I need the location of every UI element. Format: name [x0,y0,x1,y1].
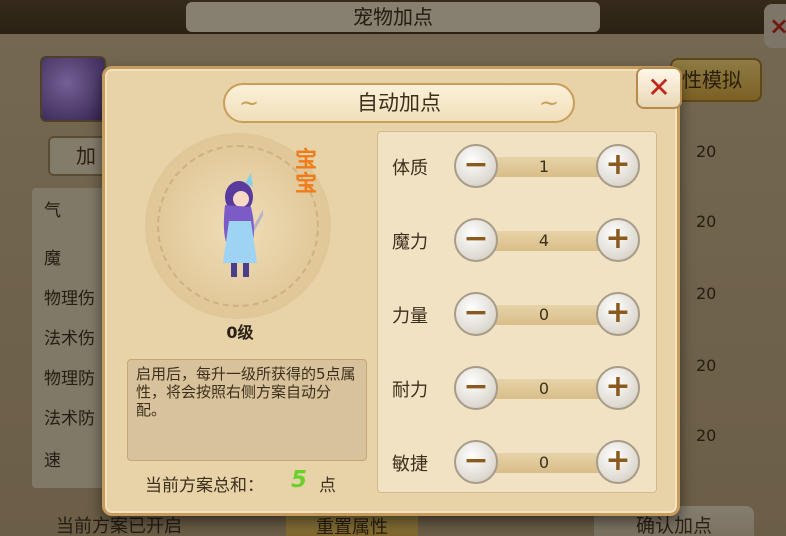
attribute-row-strength: 力量 0 − + [378,292,658,338]
minus-icon: − [463,443,489,478]
plus-icon: + [605,295,631,330]
scheme-total-value: 5 [291,467,308,493]
attribute-name: 敏捷 [392,454,428,475]
plus-icon: + [605,147,631,182]
scheme-total-label: 当前方案总和： [145,476,264,496]
pet-level: 0级 [226,323,254,342]
auto-add-description: 启用后，每升一级所获得的5点属性，将会按照右侧方案自动分配。 [127,359,367,461]
increase-strength-button[interactable]: + [596,292,640,336]
minus-icon: − [463,369,489,404]
decrease-constitution-button[interactable]: − [454,144,498,188]
dialog-title: 自动加点 [223,83,575,123]
attribute-name: 体质 [392,158,428,179]
minus-icon: − [463,147,489,182]
pet-baby-tag: 宝宝 [294,148,317,197]
increase-constitution-button[interactable]: + [596,144,640,188]
attribute-name: 耐力 [392,380,428,401]
pet-figure-icon [223,173,263,277]
decrease-magic-button[interactable]: − [454,218,498,262]
attribute-row-constitution: 体质 1 − + [378,144,658,190]
plus-icon: + [605,443,631,478]
attribute-row-endurance: 耐力 0 − + [378,366,658,412]
increase-magic-button[interactable]: + [596,218,640,262]
scheme-total-unit: 点 [319,476,336,496]
attribute-allocation-panel: 体质 1 − + 魔力 4 − + 力量 0 − + 耐力 0 − + 敏捷 0… [377,131,657,493]
minus-icon: − [463,295,489,330]
auto-add-points-dialog: 自动加点 ✕ 宝宝 0级 启用后，每升一级所获得的5点属性，将会按照右侧方案自动… [102,66,682,516]
plus-icon: + [605,369,631,404]
minus-icon: − [463,221,489,256]
decrease-agility-button[interactable]: − [454,440,498,484]
plus-icon: + [605,221,631,256]
attribute-name: 力量 [392,306,428,327]
attribute-row-magic: 魔力 4 − + [378,218,658,264]
decrease-endurance-button[interactable]: − [454,366,498,410]
attribute-name: 魔力 [392,232,428,253]
increase-agility-button[interactable]: + [596,440,640,484]
decrease-strength-button[interactable]: − [454,292,498,336]
attribute-row-agility: 敏捷 0 − + [378,440,658,486]
close-icon: ✕ [647,71,671,104]
increase-endurance-button[interactable]: + [596,366,640,410]
close-button[interactable]: ✕ [636,67,682,109]
